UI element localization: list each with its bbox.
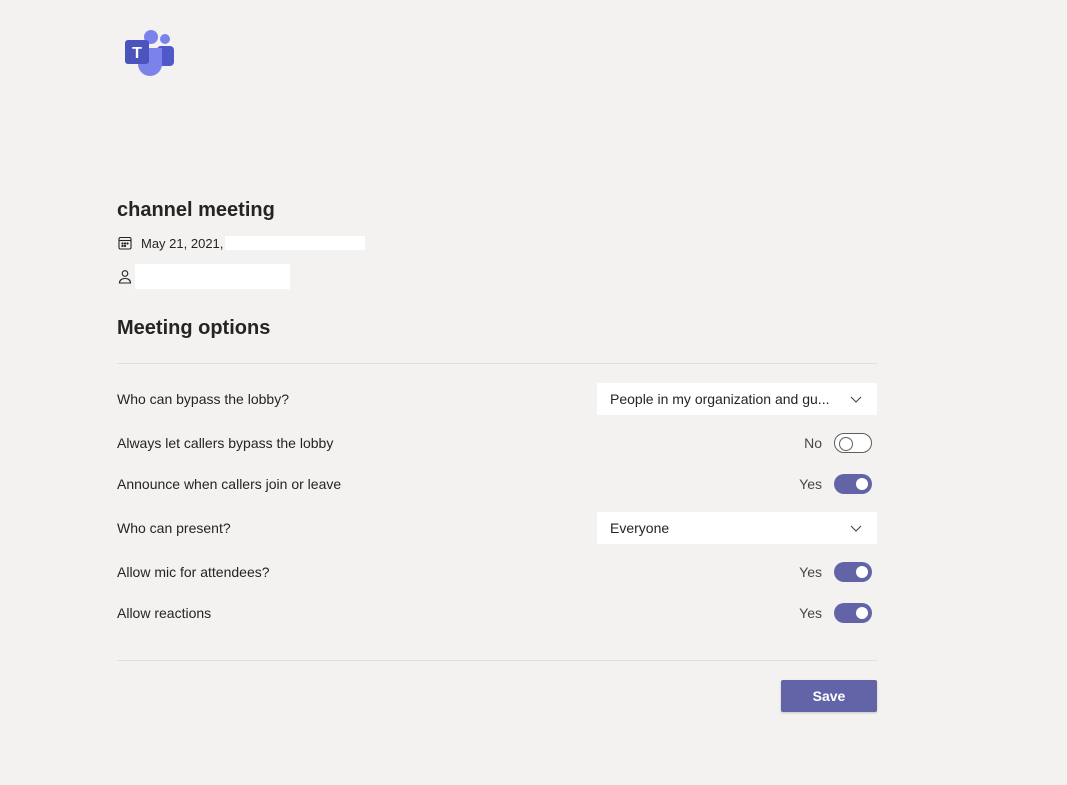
meeting-title: channel meeting — [117, 199, 275, 221]
option-allow-mic: Allow mic for attendees? Yes — [117, 556, 877, 588]
callers-bypass-toggle[interactable] — [834, 433, 872, 453]
option-label: Allow mic for attendees? — [117, 564, 270, 580]
toggle-group: Yes — [799, 474, 872, 494]
allow-mic-toggle[interactable] — [834, 562, 872, 582]
option-label: Announce when callers join or leave — [117, 476, 342, 492]
toggle-group: Yes — [799, 603, 872, 623]
chevron-down-icon — [849, 392, 863, 406]
announce-callers-toggle[interactable] — [834, 474, 872, 494]
chevron-down-icon — [849, 521, 863, 535]
toggle-knob — [856, 566, 868, 578]
option-allow-reactions: Allow reactions Yes — [117, 597, 877, 629]
divider — [117, 660, 877, 661]
divider — [117, 363, 877, 364]
meeting-organizer-row — [117, 264, 290, 289]
option-bypass-lobby: Who can bypass the lobby? People in my o… — [117, 383, 877, 415]
bypass-lobby-dropdown[interactable]: People in my organization and gu... — [597, 383, 877, 415]
allow-reactions-toggle[interactable] — [834, 603, 872, 623]
option-announce-callers: Announce when callers join or leave Yes — [117, 468, 877, 500]
who-can-present-dropdown[interactable]: Everyone — [597, 512, 877, 544]
save-button[interactable]: Save — [781, 680, 877, 712]
toggle-state-text: Yes — [799, 476, 822, 492]
toggle-group: Yes — [799, 562, 872, 582]
toggle-knob — [839, 437, 853, 451]
toggle-state-text: Yes — [799, 605, 822, 621]
option-label: Who can bypass the lobby? — [117, 391, 289, 407]
toggle-knob — [856, 607, 868, 619]
toggle-group: No — [804, 433, 872, 453]
option-who-can-present: Who can present? Everyone — [117, 512, 877, 544]
dropdown-selected-value: Everyone — [610, 520, 670, 536]
option-label: Who can present? — [117, 520, 231, 536]
meeting-date-text: May 21, 2021, — [141, 235, 224, 251]
meeting-date-row: May 21, 2021, — [117, 235, 366, 251]
option-label: Always let callers bypass the lobby — [117, 435, 334, 451]
toggle-knob — [856, 478, 868, 490]
meeting-options-title: Meeting options — [117, 317, 271, 339]
person-icon — [117, 269, 133, 285]
teams-logo-icon: T — [124, 28, 176, 76]
toggle-state-text: No — [804, 435, 822, 451]
redacted-organizer — [135, 264, 290, 289]
dropdown-selected-value: People in my organization and gu... — [610, 391, 830, 407]
logo-letter: T — [132, 45, 142, 62]
option-callers-bypass: Always let callers bypass the lobby No — [117, 427, 877, 459]
option-label: Allow reactions — [117, 605, 212, 621]
calendar-icon — [117, 235, 133, 251]
redacted-time — [225, 236, 366, 250]
toggle-state-text: Yes — [799, 564, 822, 580]
